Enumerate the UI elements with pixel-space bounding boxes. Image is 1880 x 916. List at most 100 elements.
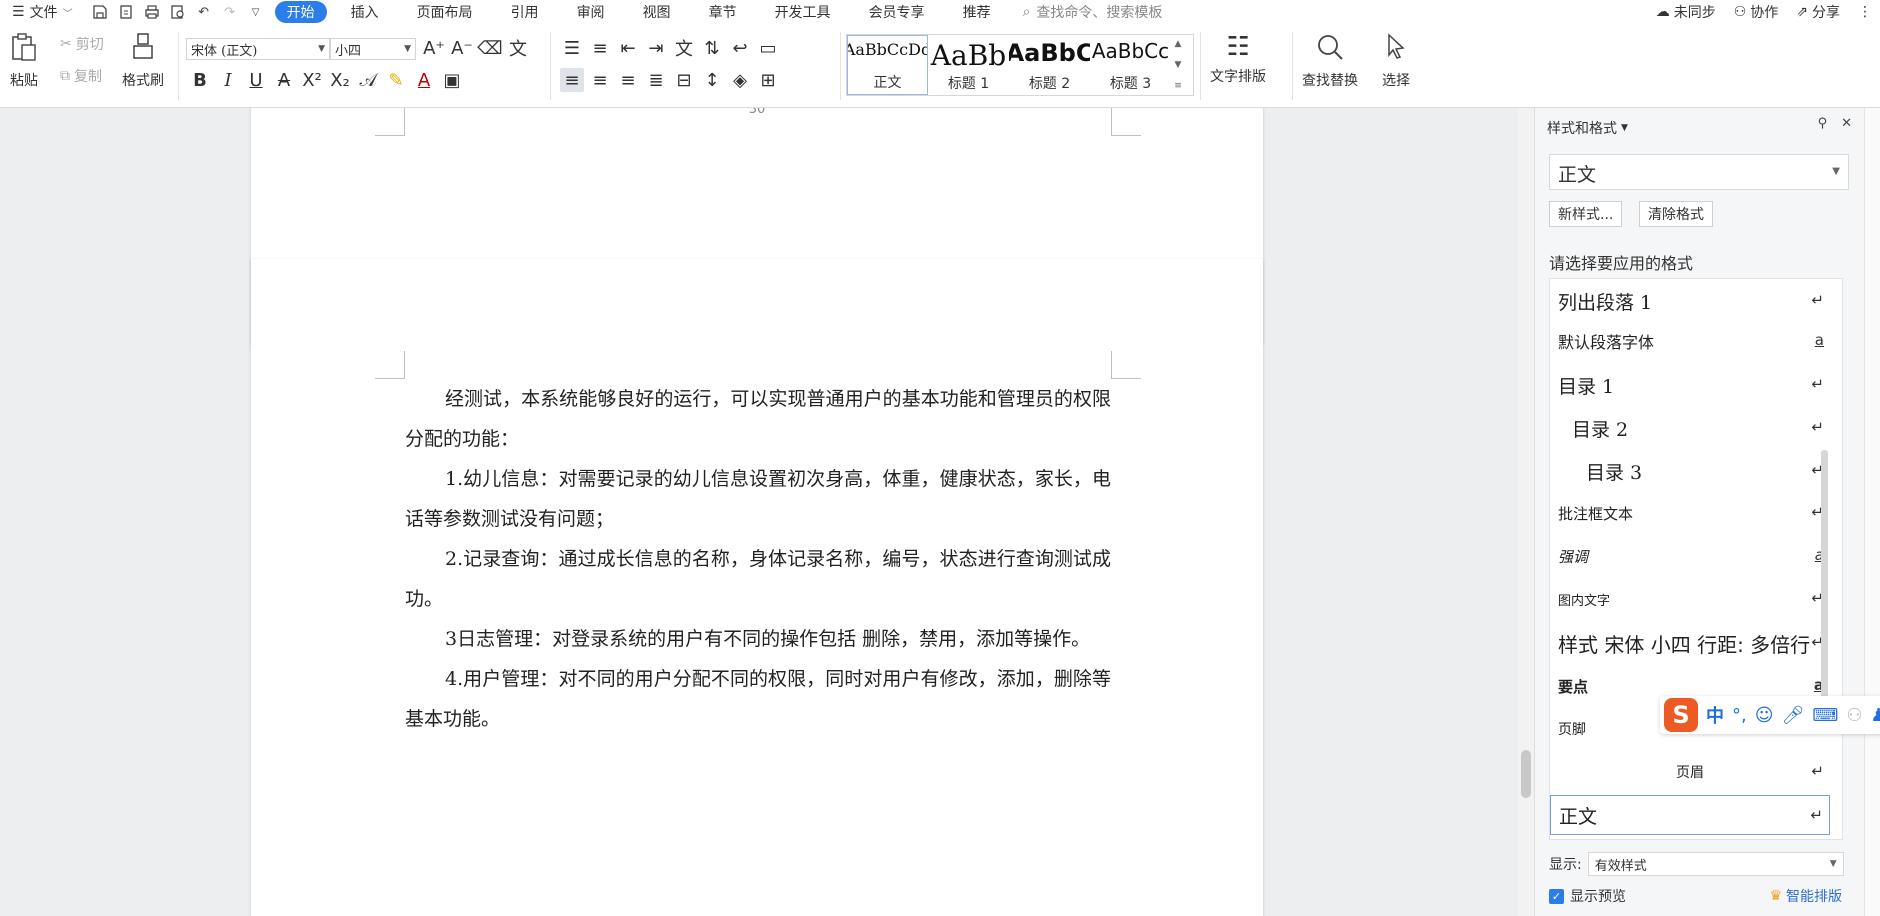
file-menu[interactable]: ☰ 文件 ﹀ [12,2,73,22]
line-spacing-icon[interactable]: ↕ [700,68,724,92]
list-item[interactable]: 默认段落字体 a [1550,321,1830,361]
paragraph[interactable]: 经测试，本系统能够良好的运行，可以实现普通用户的基本功能和管理员的权限分配的功能… [405,379,1111,459]
style-heading-1[interactable]: AaBb 标题 1 [928,35,1009,95]
paragraph[interactable]: 2.记录查询：通过成长信息的名称，身体记录名称，编号，状态进行查询测试成功。 [405,539,1111,619]
paragraph[interactable]: 1.幼儿信息：对需要记录的幼儿信息设置初次身高，体重，健康状态，家长，电话等参数… [405,459,1111,539]
gallery-scroll[interactable]: ▲ ▼ ≡ [1171,35,1185,95]
list-item[interactable]: 图内文字 ↵ [1550,579,1830,619]
redo-icon[interactable]: ↷ [217,1,243,23]
style-normal[interactable]: AaBbCcDd 正文 [847,35,928,95]
tab-section[interactable]: 章节 [695,1,751,23]
paste-button[interactable]: 粘贴 [10,32,38,90]
punctuation-mode[interactable]: °, [1732,705,1747,726]
align-left-icon[interactable]: ≡ [560,68,584,92]
list-item[interactable]: 目录 1 ↵ [1550,365,1830,405]
phonetic-guide-icon[interactable]: 文 [506,36,530,60]
collaborate-button[interactable]: ⚇ 协作 [1734,2,1779,22]
style-heading-2[interactable]: AaBbC 标题 2 [1009,35,1090,95]
font-size-select[interactable]: 小四 ▼ [330,38,416,60]
list-item[interactable]: 样式 宋体 小四 行距: 多倍行 ↵ [1550,623,1830,663]
shading-icon[interactable]: ◈ [728,68,752,92]
cut-button[interactable]: ✂ 剪切 [60,34,104,54]
justify-icon[interactable]: ≣ [644,68,668,92]
superscript-icon[interactable]: X² [300,68,324,92]
tab-recommend[interactable]: 推荐 [949,1,1005,23]
list-item[interactable]: 强调 a [1550,536,1830,576]
current-style-select[interactable]: 正文 ▼ [1549,154,1849,190]
list-item[interactable]: 列出段落 1 ↵ [1550,281,1830,321]
format-painter-button[interactable]: 格式刷 [122,32,164,90]
microphone-icon[interactable]: 🎤︎ [1782,705,1805,726]
save-icon[interactable] [87,1,113,23]
grow-font-icon[interactable]: A⁺ [422,36,446,60]
sync-status-button[interactable]: ☁ 未同步 [1656,2,1716,22]
chinese-layout-icon[interactable]: 文 [672,36,696,60]
close-icon[interactable]: ✕ [1841,116,1852,131]
list-item[interactable]: 批注框文本 ↵ [1550,493,1830,533]
undo-icon[interactable]: ↶ [191,1,217,23]
borders-icon[interactable]: ⊞ [756,68,780,92]
bullet-list-icon[interactable]: ☰ [560,36,584,60]
underline-icon[interactable]: U [244,68,268,92]
paragraph[interactable]: 3日志管理：对登录系统的用户有不同的操作包括 删除，禁用，添加等操作。 [405,619,1111,659]
char-border-icon[interactable]: ▣ [440,68,464,92]
text-effect-icon[interactable]: 𝒜 [356,68,380,92]
clear-format-icon[interactable]: ⌫ [477,36,502,60]
document-canvas[interactable]: 30 经测试，本系统能够良好的运行，可以实现普通用户的基本功能和管理员的权限分配… [0,108,1518,916]
text-layout-button[interactable]: ☷ 文字排版 [1210,32,1266,86]
tab-references[interactable]: 引用 [497,1,553,23]
find-replace-button[interactable]: 查找替换 [1302,32,1358,90]
clear-format-button[interactable]: 清除格式 [1639,201,1713,227]
command-search[interactable]: ⌕ 查找命令、搜索模板 [1023,2,1163,22]
paragraph[interactable]: 4.用户管理：对不同的用户分配不同的权限，同时对用户有修改，添加，删除等基本功能… [405,659,1111,739]
select-button[interactable]: 选择 [1382,32,1410,90]
checkbox-checked-icon[interactable]: ✓ [1549,888,1564,904]
show-preview-toggle[interactable]: ✓ 显示预览 [1549,886,1626,906]
document-body[interactable]: 经测试，本系统能够良好的运行，可以实现普通用户的基本功能和管理员的权限分配的功能… [405,379,1111,739]
share-button[interactable]: ⇗ 分享 [1796,2,1840,22]
keyboard-icon[interactable]: ⌨ [1812,705,1838,726]
highlight-icon[interactable]: ✎ [384,68,408,92]
list-item-selected[interactable]: 正文 ↵ [1550,795,1830,835]
shrink-font-icon[interactable]: A⁻ [450,36,474,60]
print-icon[interactable] [139,1,165,23]
tab-page-layout[interactable]: 页面布局 [403,1,487,23]
new-style-button[interactable]: 新样式... [1549,201,1623,227]
tab-review[interactable]: 审阅 [563,1,619,23]
more-icon[interactable]: ⋮ [1858,4,1872,20]
increase-indent-icon[interactable]: ⇥ [644,36,668,60]
tab-developer[interactable]: 开发工具 [761,1,845,23]
list-item[interactable]: 目录 3 ↵ [1550,451,1830,491]
ruler-icon[interactable]: ▭ [756,36,780,60]
pin-icon[interactable]: ⚲ [1818,116,1828,131]
emoji-icon[interactable]: ☺ [1755,705,1774,726]
list-item[interactable]: 目录 2 ↵ [1550,408,1830,448]
current-page[interactable]: 经测试，本系统能够良好的运行，可以实现普通用户的基本功能和管理员的权限分配的功能… [251,259,1263,916]
ime-mode[interactable]: 中 [1706,702,1724,728]
align-center-icon[interactable]: ≡ [588,68,612,92]
copy-button[interactable]: ⧉ 复制 [60,66,102,86]
style-heading-3[interactable]: AaBbCc 标题 3 [1090,35,1171,95]
distribute-icon[interactable]: ⊟ [672,68,696,92]
tab-member[interactable]: 会员专享 [855,1,939,23]
strikethrough-icon[interactable]: A [272,68,296,92]
show-marks-icon[interactable]: ↩ [728,36,752,60]
print-preview-icon[interactable] [165,1,191,23]
subscript-icon[interactable]: X₂ [328,68,352,92]
user-icon[interactable]: ⚇ [1846,705,1862,726]
bold-icon[interactable]: B [188,68,212,92]
tab-view[interactable]: 视图 [629,1,685,23]
style-list-scrollbar[interactable] [1821,450,1828,716]
tab-home[interactable]: 开始 [274,1,327,23]
numbered-list-icon[interactable]: ≡ [588,36,612,60]
tab-insert[interactable]: 插入 [337,1,393,23]
smart-layout-button[interactable]: ♛ 智能排版 [1769,886,1842,906]
show-filter-select[interactable]: 有效样式 ▼ [1587,852,1844,876]
font-color-icon[interactable]: A [412,68,436,92]
decrease-indent-icon[interactable]: ⇤ [616,36,640,60]
list-item[interactable]: 页眉 ↵ [1550,752,1830,792]
scrollbar-thumb[interactable] [1521,750,1531,798]
pane-title[interactable]: 样式和格式 ▼ [1547,118,1628,138]
skin-icon[interactable]: ♟ [1870,705,1880,726]
document-scrollbar[interactable] [1518,108,1534,916]
